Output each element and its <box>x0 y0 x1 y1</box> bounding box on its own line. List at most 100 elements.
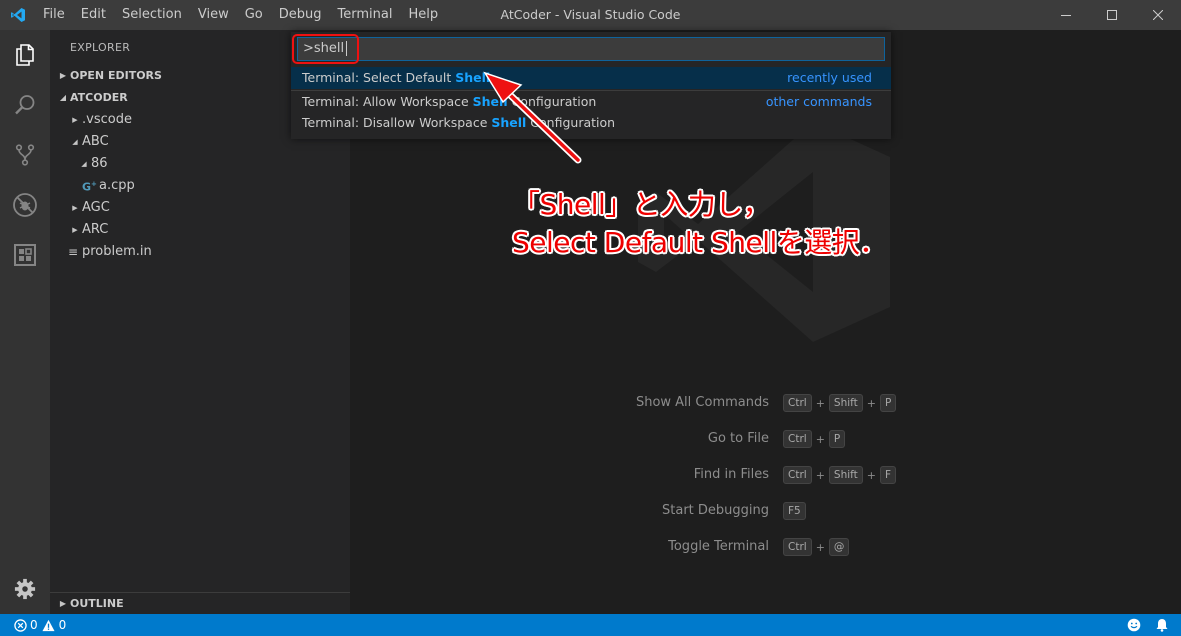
collapsed-chevron-icon: ▶ <box>72 226 78 234</box>
tree-item-label: ARC <box>82 222 109 237</box>
outline-header[interactable]: ▶ OUTLINE <box>50 592 350 614</box>
tree-item-label: problem.in <box>82 244 152 259</box>
key-shift: Shift <box>828 466 863 484</box>
cpp-file-icon: G+ <box>82 180 97 194</box>
collapsed-chevron-icon: ▶ <box>72 204 78 212</box>
menu-file[interactable]: File <box>35 0 73 30</box>
match-highlight: Shell <box>472 94 508 109</box>
shortcut-label: Toggle Terminal <box>668 539 769 554</box>
error-icon <box>14 618 27 632</box>
tree-item-label: .vscode <box>82 112 132 127</box>
shortcut-keys: Ctrl + Shift + P <box>783 394 897 412</box>
warning-icon <box>42 619 55 631</box>
plus-sign: + <box>815 432 825 446</box>
expanded-chevron-icon: ◢ <box>59 93 67 102</box>
shortcut-label: Go to File <box>707 431 769 446</box>
menu-debug[interactable]: Debug <box>271 0 330 30</box>
key-ctrl: Ctrl <box>783 538 812 556</box>
command-item-tag: other commands <box>765 94 872 109</box>
command-palette: >shell Terminal: Select Default Shell re… <box>291 32 891 139</box>
shortcut-keys: Ctrl + @ <box>783 538 850 556</box>
command-item-label: Terminal: Disallow Workspace Shell Confi… <box>302 115 616 130</box>
menu-help[interactable]: Help <box>400 0 446 30</box>
key-at: @ <box>828 538 850 556</box>
command-item-tag: recently used <box>787 70 872 85</box>
manage-button[interactable] <box>0 564 50 614</box>
tree-item-label: 86 <box>91 156 108 171</box>
close-icon <box>1153 10 1163 20</box>
tree-item-label: a.cpp <box>99 178 135 193</box>
command-item-disallow-workspace-shell[interactable]: Terminal: Disallow Workspace Shell Confi… <box>291 112 891 134</box>
key-p: P <box>828 430 846 448</box>
warning-count: 0 <box>58 618 67 632</box>
key-shift: Shift <box>828 394 863 412</box>
tree-item-86[interactable]: ◢ 86 <box>50 153 350 175</box>
menu-go[interactable]: Go <box>237 0 271 30</box>
collapsed-chevron-icon: ▶ <box>72 116 78 124</box>
shortcut-keys: F5 <box>783 502 806 520</box>
shortcut-label: Show All Commands <box>635 395 769 410</box>
extensions-button[interactable] <box>0 230 50 280</box>
shortcut-show-all-commands[interactable]: Show All Commands Ctrl + Shift + P <box>350 392 1181 414</box>
maximize-icon <box>1107 10 1117 20</box>
section-label: OPEN EDITORS <box>70 69 162 82</box>
command-item-label: Terminal: Select Default Shell <box>302 70 491 85</box>
title-bar: File Edit Selection View Go Debug Termin… <box>0 0 1181 30</box>
tree-item-arc[interactable]: ▶ ARC <box>50 219 350 241</box>
shortcut-go-to-file[interactable]: Go to File Ctrl + P <box>350 428 1181 450</box>
explorer-button[interactable] <box>0 30 50 80</box>
shortcut-start-debugging[interactable]: Start Debugging F5 <box>350 500 1181 522</box>
status-right-items <box>1127 614 1169 636</box>
annotation-line-2: Select Default Shellを選択． <box>512 226 887 259</box>
annotation-text: 「Shell」と入力し， Select Default Shellを選択． <box>512 186 887 262</box>
activity-bar <box>0 30 50 614</box>
menu-terminal[interactable]: Terminal <box>330 0 401 30</box>
close-button[interactable] <box>1135 0 1181 30</box>
command-item-allow-workspace-shell[interactable]: Terminal: Allow Workspace Shell Configur… <box>291 90 891 112</box>
notifications-button[interactable] <box>1155 618 1169 632</box>
plus-sign: + <box>815 468 825 482</box>
collapsed-chevron-icon: ▶ <box>59 598 67 608</box>
match-highlight: Shell <box>455 70 491 85</box>
collapsed-chevron-icon: ▶ <box>59 71 67 80</box>
debug-button[interactable] <box>0 180 50 230</box>
source-control-button[interactable] <box>0 130 50 180</box>
tree-item-label: AGC <box>82 200 110 215</box>
key-ctrl: Ctrl <box>783 430 812 448</box>
command-palette-input[interactable]: >shell <box>297 37 885 61</box>
section-label: OUTLINE <box>70 596 124 610</box>
menu-selection[interactable]: Selection <box>114 0 190 30</box>
key-ctrl: Ctrl <box>783 466 812 484</box>
smiley-icon <box>1127 618 1141 632</box>
key-f5: F5 <box>783 502 806 520</box>
feedback-smiley-button[interactable] <box>1127 618 1141 632</box>
menu-view[interactable]: View <box>190 0 237 30</box>
menu-edit[interactable]: Edit <box>73 0 114 30</box>
minimize-button[interactable] <box>1043 0 1089 30</box>
shortcut-find-in-files[interactable]: Find in Files Ctrl + Shift + F <box>350 464 1181 486</box>
problems-indicator[interactable]: 0 0 <box>14 614 66 636</box>
tree-item-problem-in[interactable]: ≡ problem.in <box>50 241 350 263</box>
shortcut-label: Find in Files <box>693 467 769 482</box>
text-file-icon: ≡ <box>68 245 79 259</box>
extensions-icon <box>14 244 36 266</box>
section-label: ATCODER <box>70 91 128 104</box>
search-icon <box>15 95 35 115</box>
shortcut-label: Start Debugging <box>662 503 769 518</box>
window-controls <box>1043 0 1181 30</box>
key-p: P <box>880 394 897 412</box>
command-item-label: Terminal: Allow Workspace Shell Configur… <box>302 94 597 109</box>
shortcut-keys: Ctrl + P <box>783 430 846 448</box>
tree-item-a-cpp[interactable]: G+ a.cpp <box>50 175 350 197</box>
expanded-chevron-icon: ◢ <box>72 138 78 146</box>
maximize-button[interactable] <box>1089 0 1135 30</box>
command-item-select-default-shell[interactable]: Terminal: Select Default Shell recently … <box>291 67 891 89</box>
bell-icon <box>1156 619 1168 632</box>
annotation-line-1: 「Shell」と入力し， <box>512 188 771 221</box>
expanded-chevron-icon: ◢ <box>81 160 87 168</box>
shortcut-toggle-terminal[interactable]: Toggle Terminal Ctrl + @ <box>350 536 1181 558</box>
search-button[interactable] <box>0 80 50 130</box>
minimize-icon <box>1061 15 1071 16</box>
tree-item-agc[interactable]: ▶ AGC <box>50 197 350 219</box>
tree-item-label: ABC <box>82 134 109 149</box>
